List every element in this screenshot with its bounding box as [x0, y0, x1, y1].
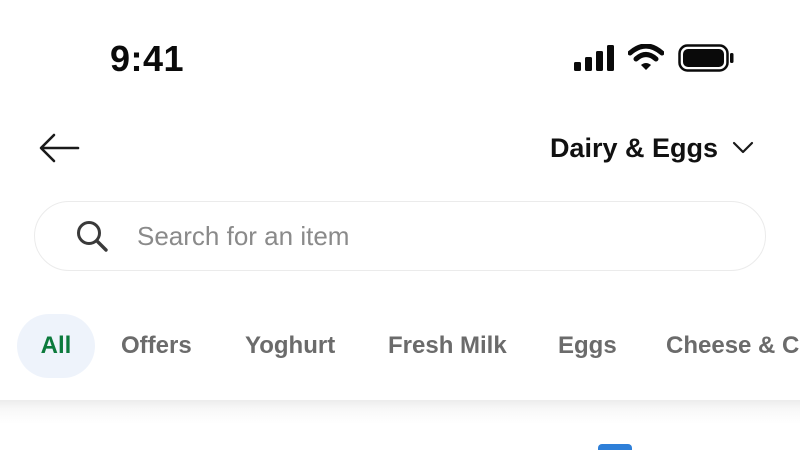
chip-label: Eggs [558, 332, 617, 359]
status-bar: 9:41 [0, 0, 800, 110]
header: Dairy & Eggs [0, 110, 800, 185]
cellular-signal-icon [574, 45, 614, 71]
chip-label: Yoghurt [245, 332, 336, 359]
status-time: 9:41 [110, 38, 185, 79]
product-list-area [0, 400, 800, 450]
chip-cheese[interactable]: Cheese & C [666, 314, 799, 378]
filter-chips: All Offers Yoghurt Fresh Milk Eggs Chees… [17, 314, 800, 378]
wifi-icon [628, 44, 664, 72]
chip-label: Fresh Milk [388, 332, 507, 359]
chip-all[interactable]: All [17, 314, 95, 378]
chip-offers[interactable]: Offers [121, 314, 192, 378]
category-dropdown[interactable]: Dairy & Eggs [550, 128, 754, 168]
chip-label: All [40, 332, 72, 359]
product-image-partial [598, 444, 632, 450]
search-bar[interactable] [34, 201, 766, 271]
chip-label: Offers [121, 332, 192, 359]
category-title: Dairy & Eggs [549, 132, 718, 163]
chip-eggs[interactable]: Eggs [558, 314, 617, 378]
status-icons [574, 44, 734, 72]
back-button[interactable] [34, 128, 84, 168]
chevron-down-icon [732, 141, 754, 155]
screen: 9:41 Dairy & Eggs Search for an item All… [0, 0, 800, 450]
search-input[interactable] [137, 220, 697, 252]
battery-icon [678, 44, 734, 72]
chip-yoghurt[interactable]: Yoghurt [245, 314, 335, 378]
arrow-left-icon [38, 132, 80, 164]
chip-label: Cheese & C [666, 332, 800, 359]
search-icon [75, 219, 109, 253]
chip-fresh-milk[interactable]: Fresh Milk [388, 314, 507, 378]
